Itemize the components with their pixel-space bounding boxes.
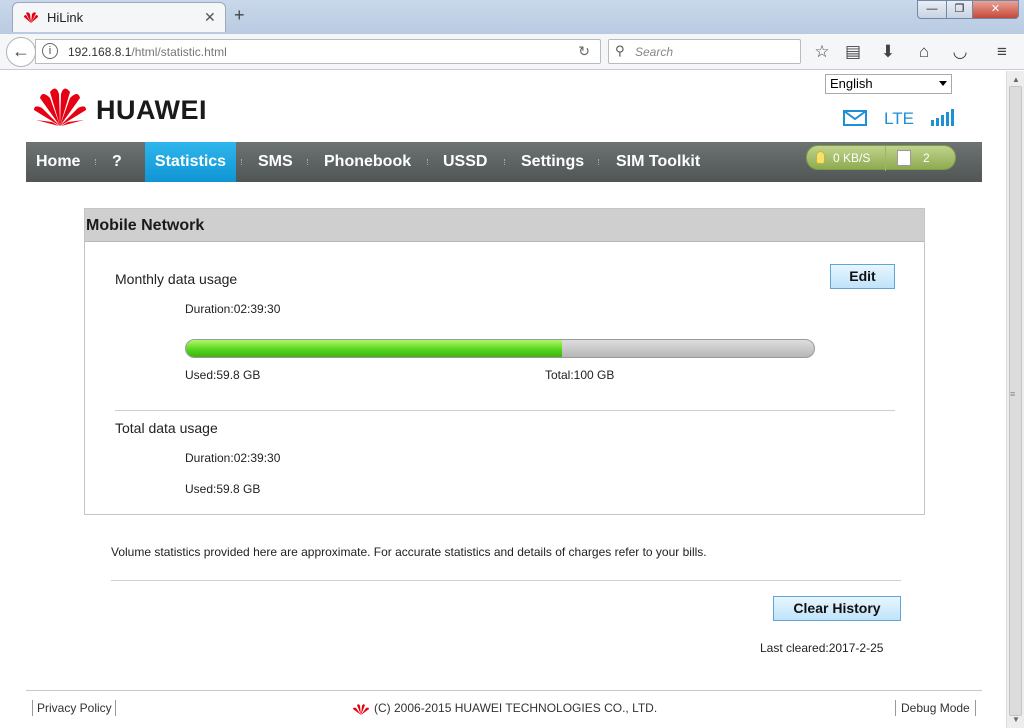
- nav-separator: [427, 159, 429, 165]
- url-path: /html/statistic.html: [131, 45, 227, 59]
- mobile-network-panel: Mobile Network Monthly data usage Edit D…: [84, 208, 925, 515]
- search-icon: ⚲: [615, 43, 625, 58]
- bookmark-star-icon[interactable]: ☆: [811, 42, 833, 62]
- back-arrow-icon[interactable]: ←: [6, 37, 36, 67]
- download-arrow-icon[interactable]: ⬇: [877, 42, 899, 62]
- speed-value: 0 KB/S: [833, 151, 871, 165]
- brand-name: HUAWEI: [96, 95, 207, 125]
- status-indicator: 0 KB/S 2: [806, 145, 956, 171]
- usage-progress-bar: [185, 339, 815, 358]
- nav-home[interactable]: Home: [36, 142, 80, 182]
- notification-count: 2: [923, 151, 930, 165]
- url-text: 192.168.8.1/html/statistic.html: [68, 45, 227, 59]
- nav-ussd[interactable]: USSD: [443, 142, 487, 182]
- privacy-policy-link[interactable]: Privacy Policy: [37, 701, 112, 715]
- edit-button[interactable]: Edit: [830, 264, 895, 289]
- reading-list-icon[interactable]: ▤: [842, 42, 864, 62]
- envelope-icon[interactable]: [843, 110, 867, 126]
- monthly-duration: Duration:02:39:30: [185, 302, 281, 316]
- pocket-icon[interactable]: ◡: [949, 42, 971, 62]
- panel-title: Mobile Network: [86, 217, 205, 234]
- footer-separator: [975, 700, 976, 716]
- nav-separator: [598, 159, 600, 165]
- nav-sms[interactable]: SMS: [258, 142, 293, 182]
- language-select[interactable]: English: [825, 74, 952, 94]
- clear-history-button[interactable]: Clear History: [773, 596, 901, 621]
- total-usage-title: Total data usage: [115, 420, 218, 436]
- huawei-logo-icon: [34, 88, 86, 126]
- tab-close-icon[interactable]: ✕: [204, 9, 216, 26]
- monthly-total: Total:100 GB: [545, 368, 615, 382]
- url-host: 192.168.8.1: [68, 45, 132, 59]
- footer-separator: [895, 700, 896, 716]
- lightbulb-icon: [816, 151, 825, 164]
- footer-separator: [32, 700, 33, 716]
- copyright-text: (C) 2006-2015 HUAWEI TECHNOLOGIES CO., L…: [374, 701, 658, 715]
- browser-titlebar: HiLink ✕ + — ❐ ✕: [0, 0, 1024, 34]
- section-divider: [115, 410, 895, 411]
- tab-title: HiLink: [47, 10, 84, 25]
- nav-help[interactable]: ?: [112, 142, 122, 182]
- debug-mode-link[interactable]: Debug Mode: [901, 701, 970, 715]
- search-placeholder: Search: [635, 45, 674, 59]
- nav-settings[interactable]: Settings: [521, 142, 584, 182]
- last-cleared-text: Last cleared:2017-2-25: [760, 641, 884, 655]
- search-input[interactable]: ⚲ Search: [608, 39, 801, 64]
- network-type-label: LTE: [884, 109, 914, 128]
- language-value: English: [830, 76, 873, 91]
- window-maximize-button[interactable]: ❐: [946, 0, 973, 19]
- home-icon[interactable]: ⌂: [913, 42, 935, 62]
- page-scrollbar[interactable]: ▲ ≡ ▼: [1006, 71, 1024, 728]
- hamburger-menu-icon[interactable]: ≡: [991, 42, 1013, 62]
- huawei-favicon-icon: [24, 12, 38, 23]
- footer-divider: [26, 690, 982, 691]
- signal-strength-icon: [931, 109, 954, 126]
- chevron-down-icon: [939, 81, 947, 86]
- nav-phonebook[interactable]: Phonebook: [324, 142, 411, 182]
- total-duration: Duration:02:39:30: [185, 451, 281, 465]
- disclaimer-text: Volume statistics provided here are appr…: [111, 545, 707, 559]
- status-divider: [885, 146, 886, 171]
- site-info-icon[interactable]: i: [42, 43, 58, 59]
- new-tab-icon[interactable]: +: [234, 5, 245, 26]
- monthly-usage-title: Monthly data usage: [115, 271, 238, 287]
- scroll-down-icon[interactable]: ▼: [1007, 711, 1024, 728]
- nav-separator: [504, 159, 506, 165]
- browser-tab[interactable]: HiLink ✕: [12, 2, 226, 32]
- total-used: Used:59.8 GB: [185, 482, 261, 496]
- reload-icon[interactable]: ↻: [578, 43, 590, 60]
- nav-separator: [241, 159, 243, 165]
- window-minimize-button[interactable]: —: [917, 0, 947, 19]
- scroll-grip-icon: ≡: [1010, 389, 1016, 399]
- nav-separator: [95, 159, 97, 165]
- notification-list-icon[interactable]: [897, 150, 911, 166]
- url-bar[interactable]: i 192.168.8.1/html/statistic.html ↻: [35, 39, 601, 64]
- nav-sim-toolkit[interactable]: SIM Toolkit: [616, 142, 700, 182]
- usage-progress-fill: [186, 340, 562, 357]
- monthly-used: Used:59.8 GB: [185, 368, 261, 382]
- nav-separator: [307, 159, 309, 165]
- panel-header: Mobile Network: [85, 209, 924, 242]
- browser-toolbar: i 192.168.8.1/html/statistic.html ↻ ← ⚲ …: [0, 34, 1024, 70]
- huawei-footer-logo-icon: [353, 704, 369, 715]
- scroll-thumb[interactable]: [1009, 86, 1022, 716]
- nav-statistics[interactable]: Statistics: [145, 142, 236, 182]
- content-divider: [111, 580, 901, 581]
- footer-separator: [115, 700, 116, 716]
- window-close-button[interactable]: ✕: [972, 0, 1019, 19]
